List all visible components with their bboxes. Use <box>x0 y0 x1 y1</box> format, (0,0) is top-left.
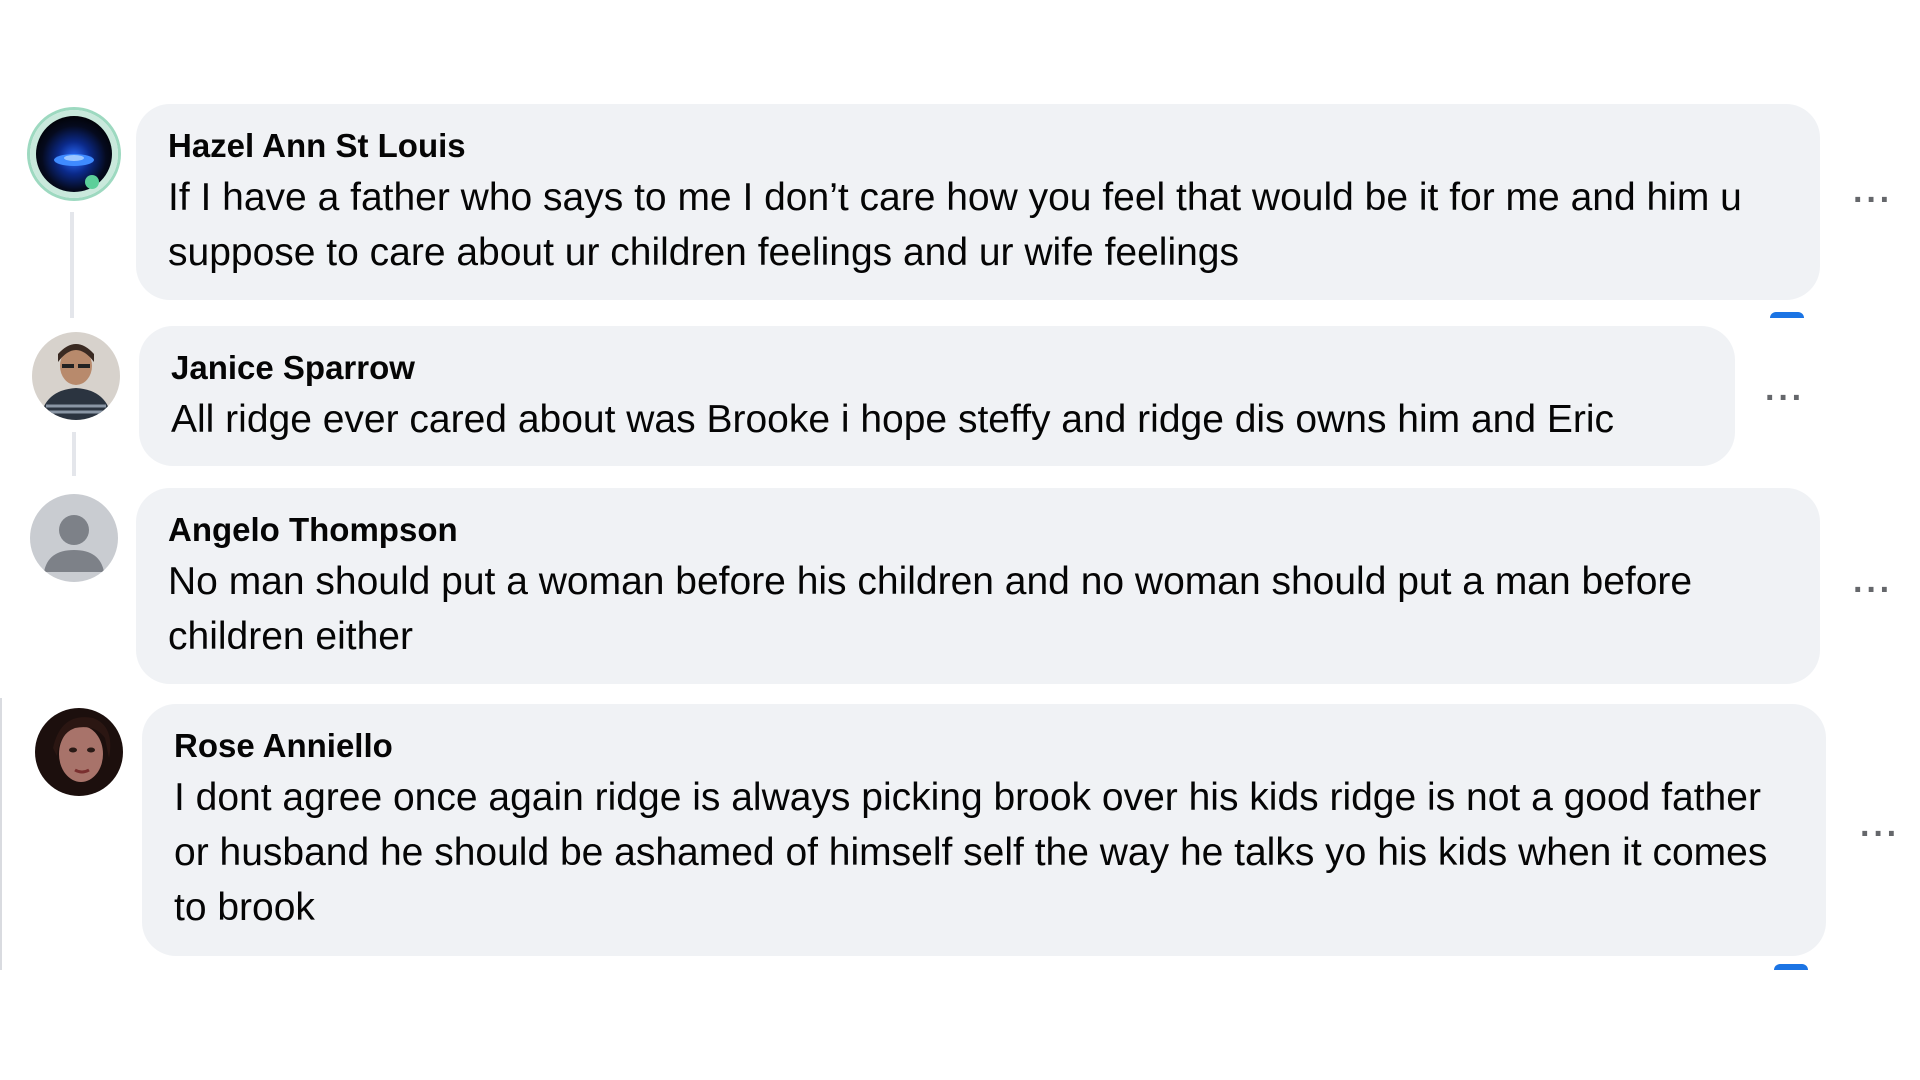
comment-text: If I have a father who says to me I don’… <box>168 176 1742 274</box>
comment-author[interactable]: Hazel Ann St Louis <box>168 126 1788 166</box>
comment-text: No man should put a woman before his chi… <box>168 560 1693 658</box>
avatar[interactable] <box>35 708 123 796</box>
avatar-hazel-icon <box>30 110 118 198</box>
reaction-badge[interactable] <box>1770 312 1804 318</box>
comment-author[interactable]: Rose Anniello <box>174 726 1794 766</box>
avatar-janice-icon <box>32 332 120 420</box>
thread-edge-line <box>0 698 2 970</box>
comment-bubble: Rose Anniello I dont agree once again ri… <box>142 704 1826 956</box>
comment-bubble: Angelo Thompson No man should put a woma… <box>136 488 1820 684</box>
comment-author[interactable]: Janice Sparrow <box>171 348 1703 388</box>
avatar[interactable] <box>30 110 118 198</box>
more-options-icon[interactable]: ··· <box>1860 817 1900 851</box>
default-user-avatar-icon <box>30 494 118 582</box>
comment-bubble: Hazel Ann St Louis If I have a father wh… <box>136 104 1820 300</box>
avatar[interactable] <box>30 494 118 582</box>
more-options-icon[interactable]: ··· <box>1765 381 1805 415</box>
reaction-badge[interactable] <box>1774 964 1808 970</box>
comment-text: All ridge ever cared about was Brooke i … <box>171 398 1615 441</box>
avatar[interactable] <box>32 332 120 420</box>
more-options-icon[interactable]: ··· <box>1853 183 1893 217</box>
thread-connector-line <box>72 432 76 476</box>
thread-connector-line <box>70 212 74 318</box>
comment-text: I dont agree once again ridge is always … <box>174 776 1768 929</box>
comment-author[interactable]: Angelo Thompson <box>168 510 1788 550</box>
avatar-rose-icon <box>35 708 123 796</box>
comment-bubble: Janice Sparrow All ridge ever cared abou… <box>139 326 1735 466</box>
more-options-icon[interactable]: ··· <box>1853 573 1893 607</box>
